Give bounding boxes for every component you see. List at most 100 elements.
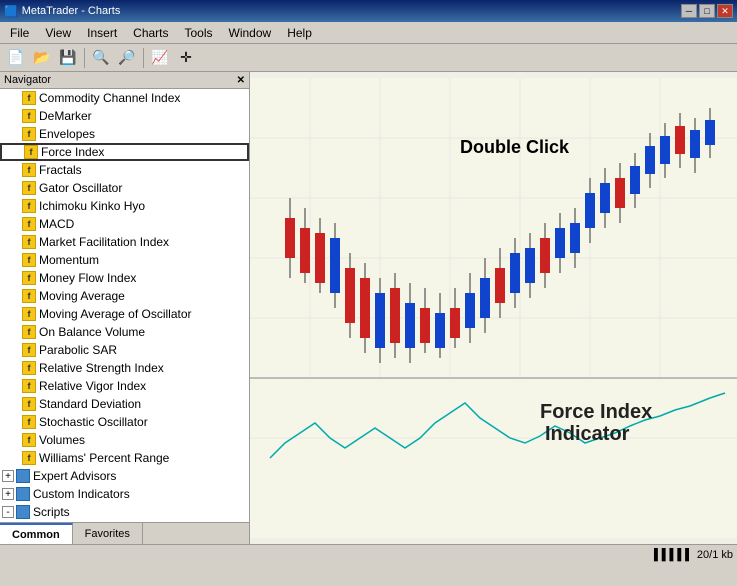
menu-charts[interactable]: Charts <box>125 24 176 42</box>
indicator-icon: f <box>22 199 36 213</box>
menu-tools[interactable]: Tools <box>177 24 221 42</box>
toolbar-zoom-out[interactable]: 🔎 <box>115 47 139 69</box>
app-icon: 🟦 <box>4 5 18 18</box>
tree-label-mao: Moving Average of Oscillator <box>39 307 192 321</box>
toolbar-new[interactable]: 📄 <box>4 47 28 69</box>
indicator-icon: f <box>22 127 36 141</box>
indicator-icon: f <box>22 217 36 231</box>
toolbar-zoom-in[interactable]: 🔍 <box>89 47 113 69</box>
tree-item-stddev[interactable]: f Standard Deviation <box>0 395 249 413</box>
toolbar-line[interactable]: 📈 <box>148 47 172 69</box>
indicator-icon: f <box>22 91 36 105</box>
tree-item-psar[interactable]: f Parabolic SAR <box>0 341 249 359</box>
chart-area[interactable]: Double Click Force Index Indicator <box>250 72 737 544</box>
ci-icon <box>16 487 30 501</box>
tree-item-obv[interactable]: f On Balance Volume <box>0 323 249 341</box>
chart-background: Double Click Force Index Indicator <box>250 72 737 544</box>
tree-item-rsi[interactable]: f Relative Strength Index <box>0 359 249 377</box>
tree-label-demarker: DeMarker <box>39 109 92 123</box>
tree-label-stddev: Standard Deviation <box>39 397 141 411</box>
tree-item-rvi[interactable]: f Relative Vigor Index <box>0 377 249 395</box>
tree-item-demarker[interactable]: f DeMarker <box>0 107 249 125</box>
menu-window[interactable]: Window <box>221 24 280 42</box>
tree-label-volumes: Volumes <box>39 433 85 447</box>
tree-item-mfi[interactable]: f Market Facilitation Index <box>0 233 249 251</box>
navigator-close-button[interactable]: ✕ <box>237 75 245 86</box>
tree-item-momentum[interactable]: f Momentum <box>0 251 249 269</box>
indicator-icon: f <box>22 361 36 375</box>
tree-section-ci[interactable]: + Custom Indicators <box>0 485 249 503</box>
tree-label-ma: Moving Average <box>39 289 125 303</box>
tree-item-stoch[interactable]: f Stochastic Oscillator <box>0 413 249 431</box>
tree-item-gator[interactable]: f Gator Oscillator <box>0 179 249 197</box>
scripts-icon <box>16 505 30 519</box>
tree-label-momentum: Momentum <box>39 253 99 267</box>
tree-item-macd[interactable]: f MACD <box>0 215 249 233</box>
close-button[interactable]: ✕ <box>717 4 733 18</box>
toolbar-separator2 <box>143 48 144 68</box>
indicator-icon: f <box>22 307 36 321</box>
expand-icon-scripts: - <box>2 506 14 518</box>
tree-label-ichimoku: Ichimoku Kinko Hyo <box>39 199 145 213</box>
tree-item-volumes[interactable]: f Volumes <box>0 431 249 449</box>
menu-bar: File View Insert Charts Tools Window Hel… <box>0 22 737 44</box>
title-bar-text: 🟦 MetaTrader - Charts <box>4 5 120 18</box>
navigator-header: Navigator ✕ <box>0 72 249 89</box>
menu-view[interactable]: View <box>37 24 79 42</box>
menu-insert[interactable]: Insert <box>79 24 125 42</box>
menu-help[interactable]: Help <box>279 24 320 42</box>
title-bar: 🟦 MetaTrader - Charts ─ □ ✕ <box>0 0 737 22</box>
main-layout: Navigator ✕ f Commodity Channel Index f … <box>0 72 737 544</box>
tree-item-force-index[interactable]: f Force Index <box>0 143 249 161</box>
status-bar: ▐▐▐▐▐ 20/1 kb <box>0 544 737 564</box>
status-indicator: ▐▐▐▐▐ <box>650 549 689 561</box>
tree-label-ea: Expert Advisors <box>33 469 116 483</box>
tree-item-ichimoku[interactable]: f Ichimoku Kinko Hyo <box>0 197 249 215</box>
tree-label-rvi: Relative Vigor Index <box>39 379 146 393</box>
tree-item-wpr[interactable]: f Williams' Percent Range <box>0 449 249 467</box>
tree-section-scripts[interactable]: - Scripts <box>0 503 249 521</box>
indicator-icon: f <box>22 271 36 285</box>
restore-button[interactable]: □ <box>699 4 715 18</box>
tree-label-envelopes: Envelopes <box>39 127 95 141</box>
menu-file[interactable]: File <box>2 24 37 42</box>
tree-label-mfi: Market Facilitation Index <box>39 235 169 249</box>
tree-label-moneyflowindx: Money Flow Index <box>39 271 136 285</box>
toolbar-cross[interactable]: ✛ <box>174 47 198 69</box>
force-index-sublabel: Indicator <box>545 423 630 445</box>
tree-label-commodity: Commodity Channel Index <box>39 91 180 105</box>
force-index-label: Force Index <box>540 401 652 423</box>
tree-item-ma[interactable]: f Moving Average <box>0 287 249 305</box>
indicator-icon: f <box>22 253 36 267</box>
minimize-button[interactable]: ─ <box>681 4 697 18</box>
tree-section-ea[interactable]: + Expert Advisors <box>0 467 249 485</box>
tree-item-envelopes[interactable]: f Envelopes <box>0 125 249 143</box>
tree-item-moneyflowindx[interactable]: f Money Flow Index <box>0 269 249 287</box>
indicator-icon: f <box>22 451 36 465</box>
toolbar-open[interactable]: 📂 <box>30 47 54 69</box>
indicator-icon: f <box>22 379 36 393</box>
tab-favorites[interactable]: Favorites <box>73 523 143 544</box>
toolbar-save[interactable]: 💾 <box>56 47 80 69</box>
tree-label-macd: MACD <box>39 217 74 231</box>
tree-item-mao[interactable]: f Moving Average of Oscillator <box>0 305 249 323</box>
toolbar-separator1 <box>84 48 85 68</box>
tree-label-force-index: Force Index <box>41 145 104 159</box>
expand-icon-ea: + <box>2 470 14 482</box>
tree-label-wpr: Williams' Percent Range <box>39 451 169 465</box>
indicator-icon: f <box>22 343 36 357</box>
title-bar-buttons: ─ □ ✕ <box>681 4 733 18</box>
tree-item-fractals[interactable]: f Fractals <box>0 161 249 179</box>
navigator-panel: Navigator ✕ f Commodity Channel Index f … <box>0 72 250 544</box>
navigator-tabs: Common Favorites <box>0 522 249 544</box>
tab-common[interactable]: Common <box>0 523 73 544</box>
title-text: MetaTrader - Charts <box>22 5 121 17</box>
dbl-click-text: Double Click <box>460 137 570 157</box>
indicator-icon: f <box>22 289 36 303</box>
tree-item-commodity[interactable]: f Commodity Channel Index <box>0 89 249 107</box>
toolbar: 📄 📂 💾 🔍 🔎 📈 ✛ <box>0 44 737 72</box>
navigator-tree[interactable]: f Commodity Channel Index f DeMarker f E… <box>0 89 249 522</box>
ea-icon <box>16 469 30 483</box>
tree-label-obv: On Balance Volume <box>39 325 145 339</box>
indicator-icon: f <box>22 325 36 339</box>
